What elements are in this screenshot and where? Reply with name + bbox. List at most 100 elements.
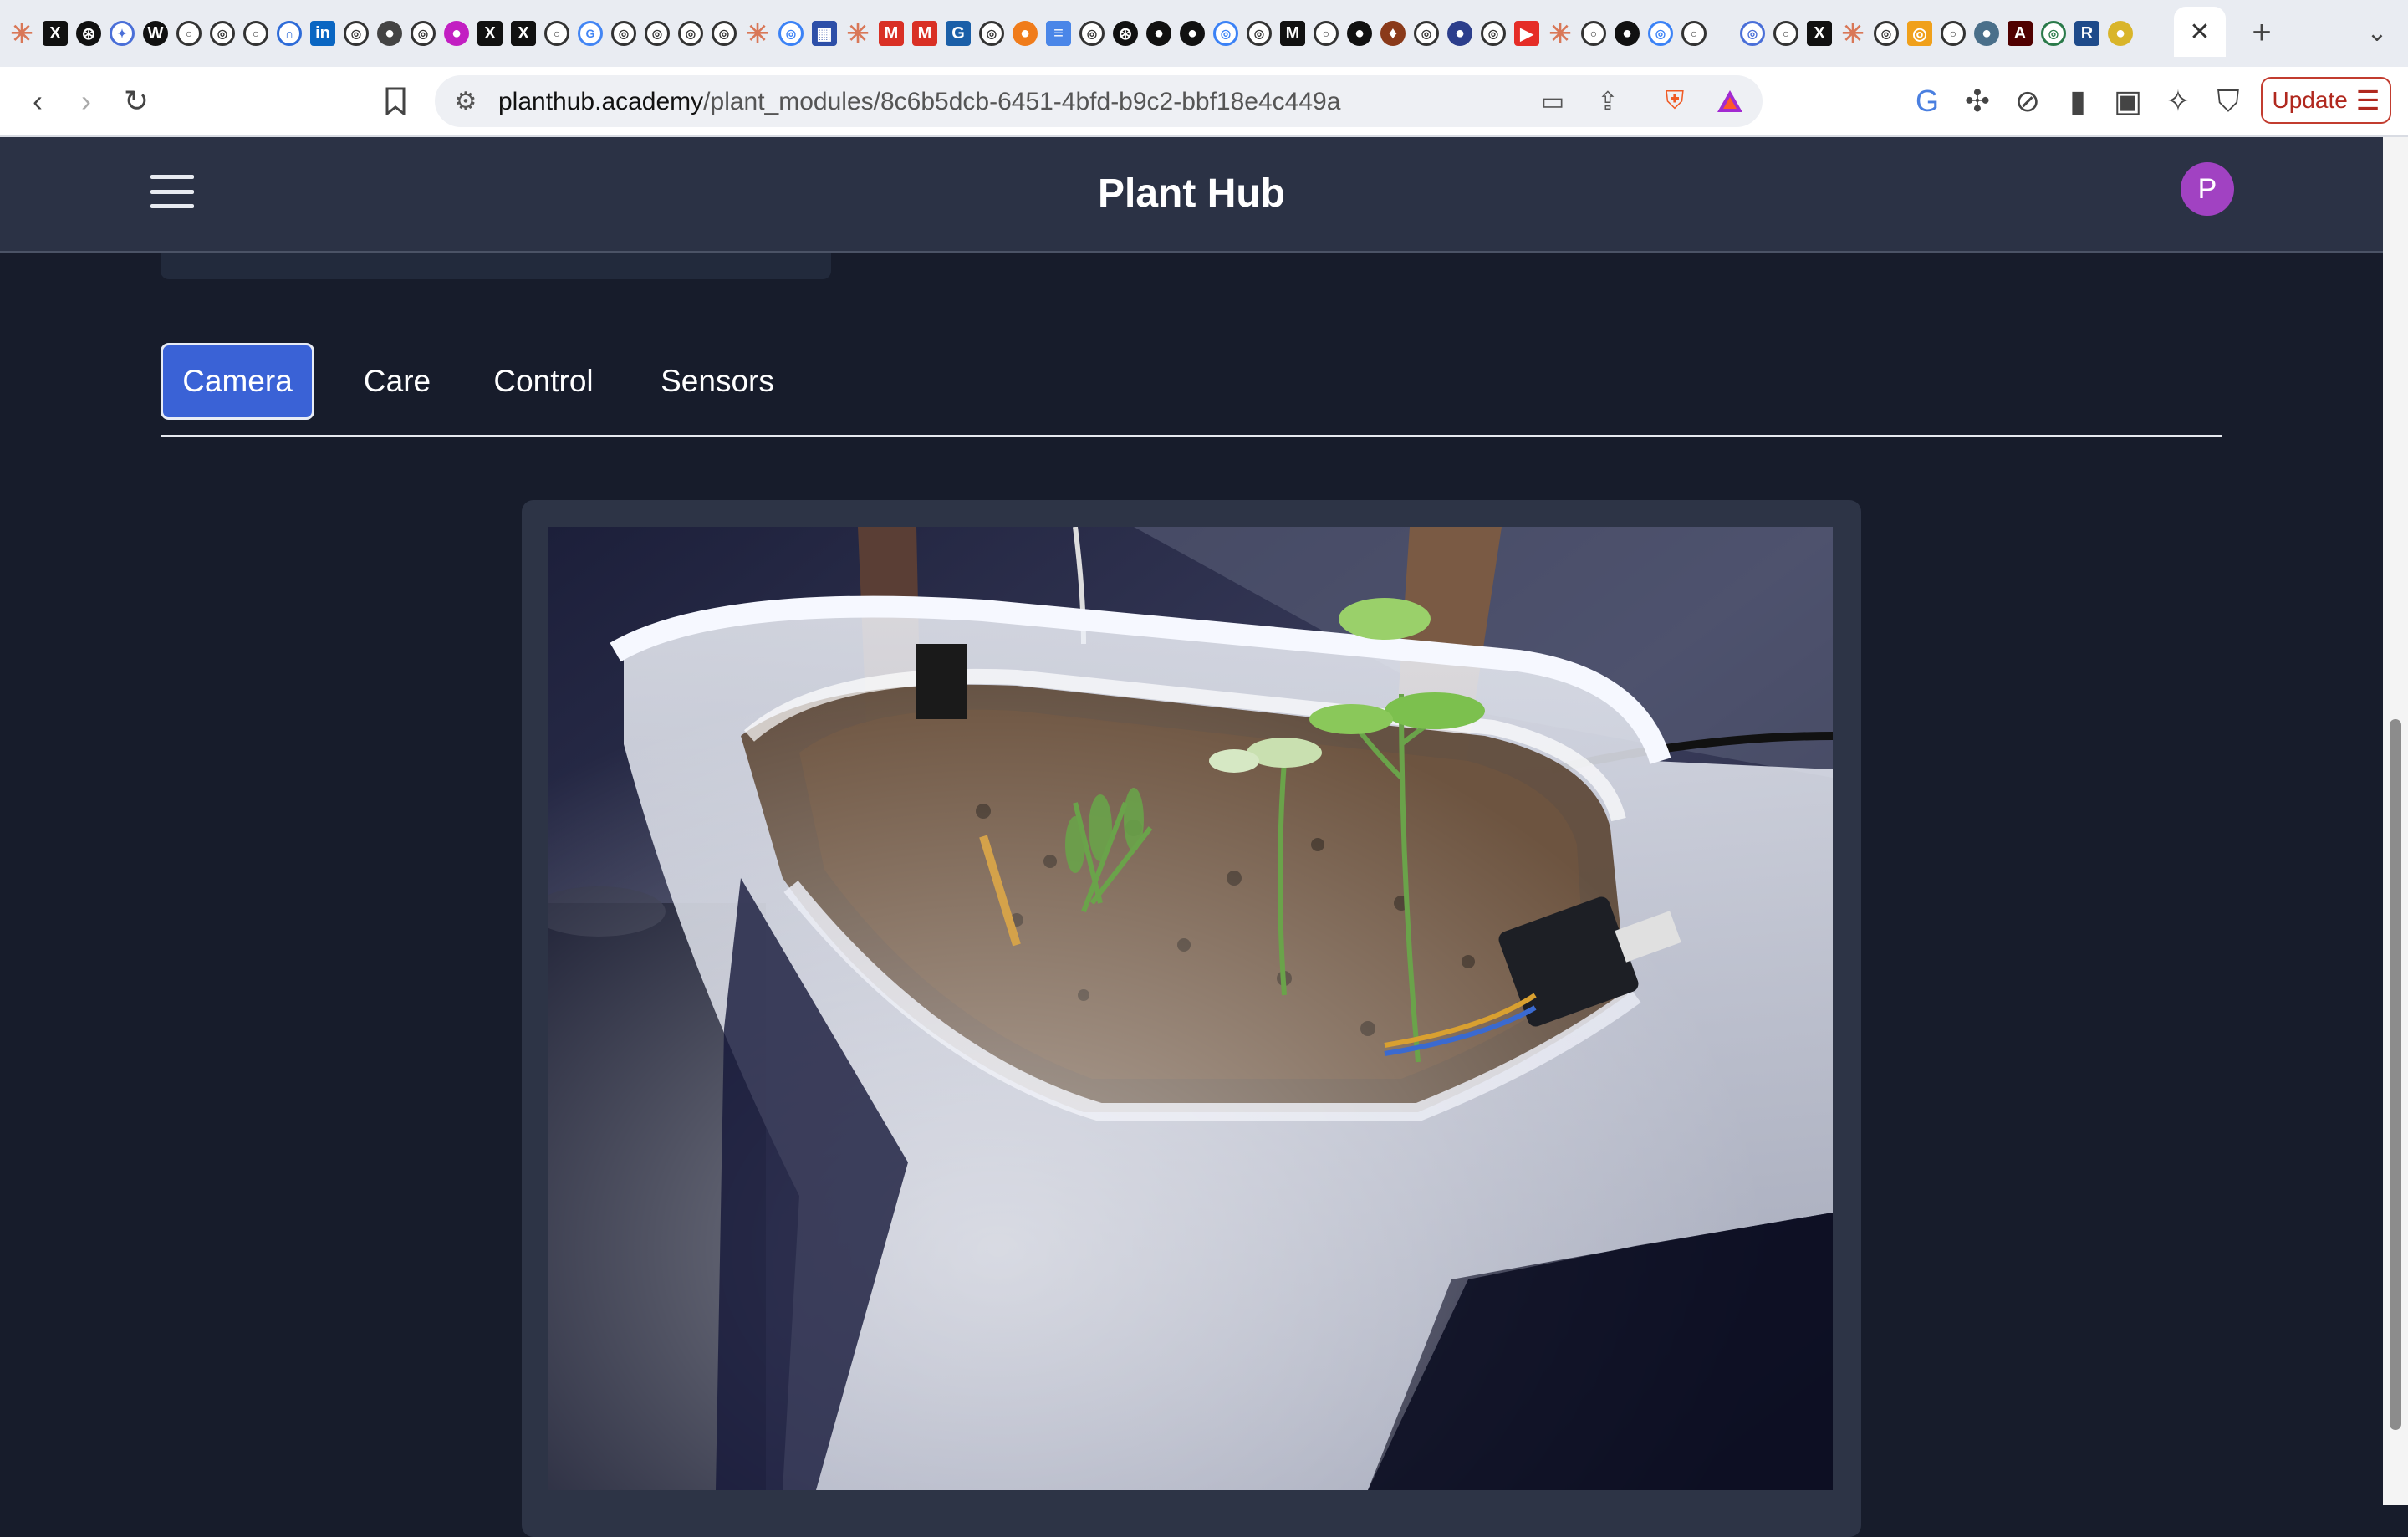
generic-site-icon[interactable]: ◎ <box>678 21 703 46</box>
generic-site-icon[interactable]: ● <box>2108 21 2133 46</box>
github-icon[interactable]: ● <box>1146 21 1171 46</box>
brave-shield-icon[interactable]: ⛨ <box>1654 80 1696 122</box>
browser-tab-strip: ✳ X ⊛ ✦ W ○ ◎ ○ ∩ in ◎ ● ◎ ● X X ○ G ◎ ◎ ◎ ◎ ✳ ◎ ▦ ✳ M M G ◎ ● ≡ ◎ ⊛ ● ● ◎ ◎ M… <box>0 0 2408 67</box>
tamu-icon[interactable]: A <box>2008 21 2033 46</box>
x-icon[interactable]: X <box>511 21 536 46</box>
claude-icon[interactable]: ✳ <box>745 18 770 49</box>
github-icon[interactable]: ○ <box>243 21 268 46</box>
github-icon[interactable]: ● <box>1347 21 1372 46</box>
generic-site-icon[interactable]: ◎ <box>979 21 1004 46</box>
claude-icon[interactable]: ✳ <box>845 18 870 49</box>
active-tab[interactable]: ✕ <box>2174 7 2226 57</box>
shield-site-icon[interactable]: ♦ <box>1380 21 1406 46</box>
claude-icon[interactable]: ✳ <box>9 18 34 49</box>
youtube-icon[interactable]: ▶ <box>1514 21 1539 46</box>
claude-icon[interactable]: ✳ <box>1548 18 1573 49</box>
github-icon[interactable]: ● <box>1180 21 1205 46</box>
leo-ai-icon[interactable]: ⊘ <box>2007 80 2048 122</box>
vpn-shield-icon[interactable]: ⛉ <box>2207 80 2249 122</box>
gmail-icon[interactable]: M <box>879 21 904 46</box>
x-icon[interactable]: X <box>1807 21 1832 46</box>
tab-care[interactable]: Care <box>338 343 457 420</box>
r-icon[interactable]: R <box>2074 21 2099 46</box>
generic-site-icon[interactable]: ◎ <box>1247 21 1272 46</box>
openai-icon[interactable]: ⊛ <box>1113 21 1138 46</box>
forward-button[interactable]: › <box>65 80 107 122</box>
gmail-icon[interactable]: M <box>912 21 937 46</box>
share-icon[interactable]: ⇪ <box>1587 80 1629 122</box>
generic-site-icon[interactable]: ◎ <box>1740 21 1765 46</box>
generic-site-icon[interactable]: ◎ <box>2041 21 2066 46</box>
globe-icon[interactable]: ● <box>377 21 402 46</box>
generic-site-icon[interactable]: G <box>946 21 971 46</box>
url-text[interactable]: planthub.academy/plant_modules/8c6b5dcb-… <box>498 88 1340 116</box>
generic-site-icon[interactable]: ◎ <box>1481 21 1506 46</box>
purple-site-icon[interactable]: ● <box>444 21 469 46</box>
module-info-card <box>161 253 831 279</box>
x-icon[interactable]: X <box>43 21 68 46</box>
generic-site-icon[interactable]: ◎ <box>1213 21 1238 46</box>
generic-site-icon[interactable]: ▦ <box>812 21 837 46</box>
claude-icon[interactable]: ✳ <box>1840 18 1865 49</box>
x-icon[interactable]: X <box>477 21 503 46</box>
bookmark-button[interactable] <box>375 80 416 122</box>
generic-site-icon[interactable]: ◎ <box>210 21 235 46</box>
generic-site-icon[interactable]: ◎ <box>344 21 369 46</box>
new-tab-button[interactable]: + <box>2241 12 2283 54</box>
wordpress-icon[interactable]: W <box>143 21 168 46</box>
generic-site-icon[interactable]: ◎ <box>411 21 436 46</box>
tab-control[interactable]: Control <box>472 343 615 420</box>
docs-icon[interactable]: ≡ <box>1046 21 1071 46</box>
tab-list-button[interactable]: ⌄ <box>2356 12 2398 54</box>
site-settings-icon[interactable]: ⚙ <box>445 80 487 122</box>
github-icon[interactable]: ○ <box>1773 21 1798 46</box>
linkedin-icon[interactable]: in <box>310 21 335 46</box>
arc-icon[interactable]: ∩ <box>277 21 302 46</box>
medium-icon[interactable]: M <box>1280 21 1305 46</box>
camera-feed-image <box>548 527 1833 1490</box>
address-bar[interactable]: ⚙ planthub.academy/plant_modules/8c6b5dc… <box>435 75 1763 127</box>
tab-camera[interactable]: Camera <box>161 343 314 420</box>
generic-site-icon[interactable]: ◎ <box>712 21 737 46</box>
generic-site-icon[interactable]: ◎ <box>1874 21 1899 46</box>
reload-button[interactable]: ↻ <box>115 80 157 122</box>
generic-site-icon[interactable]: ◎ <box>1648 21 1673 46</box>
generic-site-icon[interactable]: ◎ <box>778 21 804 46</box>
extensions-icon[interactable]: ✣ <box>1956 80 1998 122</box>
close-tab-icon[interactable]: ✕ <box>2189 18 2210 47</box>
browser-toolbar: ‹ › ↻ ⚙ planthub.academy/plant_modules/8… <box>0 67 2408 137</box>
github-icon[interactable]: ○ <box>1314 21 1339 46</box>
openai-icon[interactable]: ⊛ <box>76 21 101 46</box>
google-icon[interactable]: G <box>578 21 603 46</box>
tab-sensors[interactable]: Sensors <box>635 343 799 420</box>
ai-icon[interactable]: ✦ <box>110 21 135 46</box>
avatar[interactable]: P <box>2181 162 2234 216</box>
generic-site-icon[interactable]: ● <box>1447 21 1472 46</box>
generic-site-icon[interactable]: ● <box>1974 21 1999 46</box>
sidebar-toggle-icon[interactable]: ▮ <box>2057 80 2099 122</box>
github-icon[interactable]: ○ <box>1681 21 1707 46</box>
tab-favicons: ✳ X ⊛ ✦ W ○ ◎ ○ ∩ in ◎ ● ◎ ● X X ○ G ◎ ◎ ◎ ◎ ✳ ◎ ▦ ✳ M M G ◎ ● ≡ ◎ ⊛ ● ● ◎ ◎ M… <box>0 18 2137 49</box>
github-icon[interactable]: ○ <box>176 21 202 46</box>
generic-site-icon[interactable]: ◎ <box>645 21 670 46</box>
brave-rewards-icon[interactable] <box>1709 80 1751 122</box>
generic-site-icon[interactable]: ◎ <box>611 21 636 46</box>
install-app-icon[interactable]: ▭ <box>1532 80 1574 122</box>
url-path: /plant_modules/8c6b5dcb-6451-4bfd-b9c2-b… <box>703 88 1341 115</box>
orange-site-icon[interactable]: ● <box>1013 21 1038 46</box>
update-button[interactable]: Update ☰ <box>2261 77 2391 124</box>
wallet-icon[interactable]: ▣ <box>2107 80 2149 122</box>
generic-site-icon[interactable]: ◎ <box>1414 21 1439 46</box>
scrollbar-thumb[interactable] <box>2390 719 2401 1430</box>
translate-icon[interactable]: G <box>1906 80 1948 122</box>
github-icon[interactable]: ○ <box>1581 21 1606 46</box>
generic-site-icon[interactable]: ◎ <box>1079 21 1105 46</box>
github-icon[interactable]: ○ <box>1941 21 1966 46</box>
github-icon[interactable]: ○ <box>544 21 569 46</box>
back-button[interactable]: ‹ <box>17 80 59 122</box>
camera-card <box>522 500 1861 1537</box>
github-icon[interactable]: ● <box>1615 21 1640 46</box>
sparkle-icon[interactable]: ✧ <box>2157 80 2199 122</box>
url-host: planthub.academy <box>498 88 704 115</box>
orange-site-icon[interactable]: ◎ <box>1907 21 1932 46</box>
